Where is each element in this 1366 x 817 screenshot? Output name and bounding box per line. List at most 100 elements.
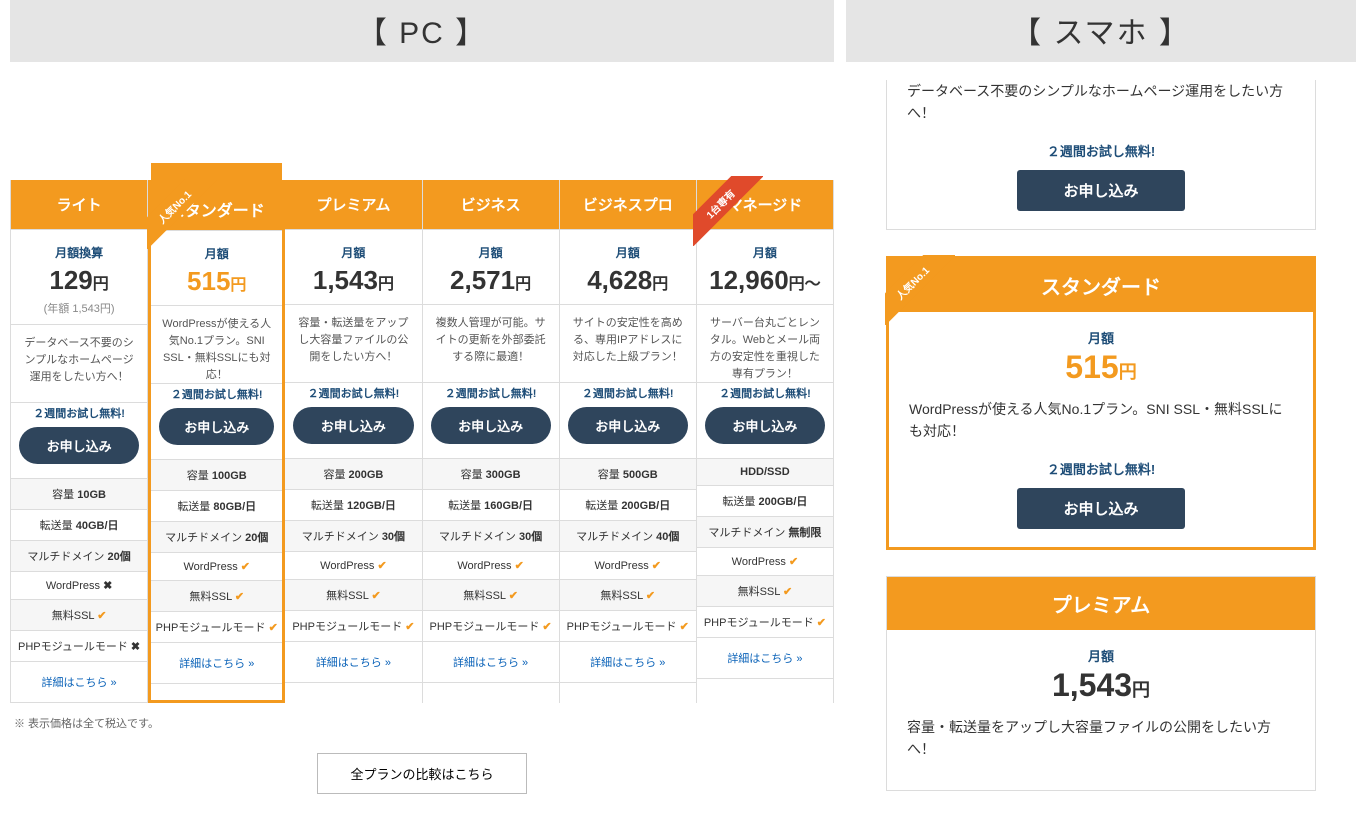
spec-capacity: 容量 500GB <box>560 459 696 490</box>
details-link[interactable]: 詳細はこちら » <box>453 657 528 669</box>
spec-multidomain: マルチドメイン 30個 <box>423 521 559 552</box>
details-link[interactable]: 詳細はこちら » <box>590 657 665 669</box>
price-value: 1,543円 <box>291 265 415 296</box>
sp-plan-card: データベース不要のシンプルなホームページ運用をしたい方へ！ ２週間お試し無料! お申… <box>886 80 1316 230</box>
spec-wordpress: WordPress ✔ <box>285 552 421 580</box>
apply-button[interactable]: お申し込み <box>431 407 551 444</box>
trial-label: ２週間お試し無料! <box>293 385 413 401</box>
tab-sp[interactable]: 【 スマホ 】 <box>846 0 1356 62</box>
apply-button[interactable]: お申し込み <box>568 407 688 444</box>
check-icon: ✔ <box>405 621 414 633</box>
plan-name: ビジネス <box>423 180 559 230</box>
plan-description: データベース不要のシンプルなホームページ運用をしたい方へ！ <box>887 80 1315 137</box>
check-icon: ✔ <box>509 590 518 602</box>
plan-description: 容量・転送量をアップし大容量ファイルの公開をしたい方へ！ <box>285 305 421 383</box>
spec-transfer: 転送量 80GB/日 <box>151 491 282 522</box>
apply-button[interactable]: お申し込み <box>159 408 274 445</box>
price-label: 月額 <box>291 244 415 261</box>
spec-capacity: 容量 200GB <box>285 459 421 490</box>
trial-label: ２週間お試し無料! <box>887 141 1315 160</box>
spec-transfer: 転送量 200GB/日 <box>560 490 696 521</box>
trial-label: ２週間お試し無料! <box>159 386 274 402</box>
price-value: 2,571円 <box>429 265 553 296</box>
price-value: 1,543円 <box>887 667 1315 704</box>
price-label: 月額 <box>429 244 553 261</box>
details-link[interactable]: 詳細はこちら » <box>41 677 116 689</box>
pc-price-table: ライト 月額換算 129円 (年額 1,543円) データベース不要のシンプルな… <box>10 180 834 703</box>
plan-description: WordPressが使える人気No.1プラン。SNI SSL・無料SSLにも対応… <box>889 386 1313 455</box>
spec-capacity: HDD/SSD <box>697 459 833 486</box>
spec-phpmod: PHPモジュールモード ✔ <box>560 611 696 642</box>
check-icon: ✔ <box>680 621 689 633</box>
apply-box: ２週間お試し無料! お申し込み <box>560 383 696 459</box>
check-icon: ✔ <box>783 586 792 598</box>
spec-freessl: 無料SSL ✔ <box>423 580 559 611</box>
price-label: 月額換算 <box>17 244 141 261</box>
tab-pc[interactable]: 【 PC 】 <box>10 0 834 62</box>
check-icon: ✔ <box>542 621 551 633</box>
trial-label: ２週間お試し無料! <box>705 385 825 401</box>
check-icon: ✔ <box>269 622 278 634</box>
spec-freessl: 無料SSL ✔ <box>11 600 147 631</box>
details-cell: 詳細はこちら » <box>285 642 421 683</box>
apply-button[interactable]: お申し込み <box>1017 170 1184 211</box>
spec-capacity: 容量 100GB <box>151 460 282 491</box>
trial-label: ２週間お試し無料! <box>889 459 1313 478</box>
spec-multidomain: マルチドメイン 20個 <box>151 522 282 553</box>
apply-box: ２週間お試し無料! お申し込み <box>697 383 833 459</box>
price-box: 月額 515円 <box>151 231 282 306</box>
spec-phpmod: PHPモジュールモード ✖ <box>11 631 147 662</box>
plan-name: マネージド <box>697 180 833 230</box>
plan-description: サーバー台丸ごとレンタル。Webとメール両方の安定性を重視した専有プラン！ <box>697 305 833 383</box>
plan-name: ライト <box>11 180 147 230</box>
spec-phpmod: PHPモジュールモード ✔ <box>285 611 421 642</box>
apply-button[interactable]: お申し込み <box>19 427 139 464</box>
details-link[interactable]: 詳細はこちら » <box>316 657 391 669</box>
spec-phpmod: PHPモジュールモード ✔ <box>697 607 833 638</box>
check-icon: ✔ <box>241 561 250 573</box>
device-tabs: 【 PC 】 【 スマホ 】 <box>0 0 1366 62</box>
trial-label: ２週間お試し無料! <box>431 385 551 401</box>
check-icon: ✔ <box>817 617 826 629</box>
plan-column: ビジネス 月額 2,571円 複数人管理が可能。サイトの更新を外部委託する際に最… <box>423 180 560 703</box>
apply-button[interactable]: お申し込み <box>293 407 413 444</box>
spec-multidomain: マルチドメイン 30個 <box>285 521 421 552</box>
plan-description: データベース不要のシンプルなホームページ運用をしたい方へ！ <box>11 325 147 403</box>
details-cell: 詳細はこちら » <box>151 643 282 684</box>
details-cell: 詳細はこちら » <box>697 638 833 679</box>
apply-button[interactable]: お申し込み <box>705 407 825 444</box>
plan-name: プレミアム <box>887 577 1315 630</box>
price-label: 月額 <box>889 328 1313 347</box>
price-label: 月額 <box>703 244 827 261</box>
plan-column: 人気No.1スタンダード 月額 515円 WordPressが使える人気No.1… <box>148 180 285 703</box>
spec-wordpress: WordPress ✖ <box>11 572 147 600</box>
trial-label: ２週間お試し無料! <box>19 405 139 421</box>
price-box: 月額 1,543円 <box>285 230 421 305</box>
plan-description: WordPressが使える人気No.1プラン。SNI SSL・無料SSLにも対応… <box>151 306 282 384</box>
check-icon: ✔ <box>377 560 386 572</box>
price-value: 12,960円～ <box>703 265 827 296</box>
plan-description: 複数人管理が可能。サイトの更新を外部委託する際に最適！ <box>423 305 559 383</box>
details-cell: 詳細はこちら » <box>423 642 559 683</box>
spec-wordpress: WordPress ✔ <box>697 548 833 576</box>
price-label: 月額 <box>157 245 276 262</box>
price-box: 月額 12,960円～ <box>697 230 833 305</box>
details-link[interactable]: 詳細はこちら » <box>179 658 254 670</box>
details-link[interactable]: 詳細はこちら » <box>727 653 802 665</box>
apply-button[interactable]: お申し込み <box>1017 488 1184 529</box>
spec-capacity: 容量 300GB <box>423 459 559 490</box>
check-icon: ✔ <box>515 560 524 572</box>
sp-plan-card: プレミアム月額1,543円容量・転送量をアップし大容量ファイルの公開をしたい方へ… <box>886 576 1316 792</box>
compare-all-plans-button[interactable]: 全プランの比較はこちら <box>317 753 527 794</box>
plan-name: スタンダード <box>889 259 1313 312</box>
spec-multidomain: マルチドメイン 20個 <box>11 541 147 572</box>
spec-transfer: 転送量 40GB/日 <box>11 510 147 541</box>
spec-phpmod: PHPモジュールモード ✔ <box>423 611 559 642</box>
cross-icon: ✖ <box>103 580 112 592</box>
plan-column: プレミアム 月額 1,543円 容量・転送量をアップし大容量ファイルの公開をした… <box>285 180 422 703</box>
plan-name: ビジネスプロ <box>560 180 696 230</box>
spec-wordpress: WordPress ✔ <box>560 552 696 580</box>
tax-note: ※ 表示価格は全て税込です。 <box>14 715 834 731</box>
apply-box: ２週間お試し無料! お申し込み <box>11 403 147 479</box>
annual-price: (年額 1,543円) <box>17 300 141 316</box>
